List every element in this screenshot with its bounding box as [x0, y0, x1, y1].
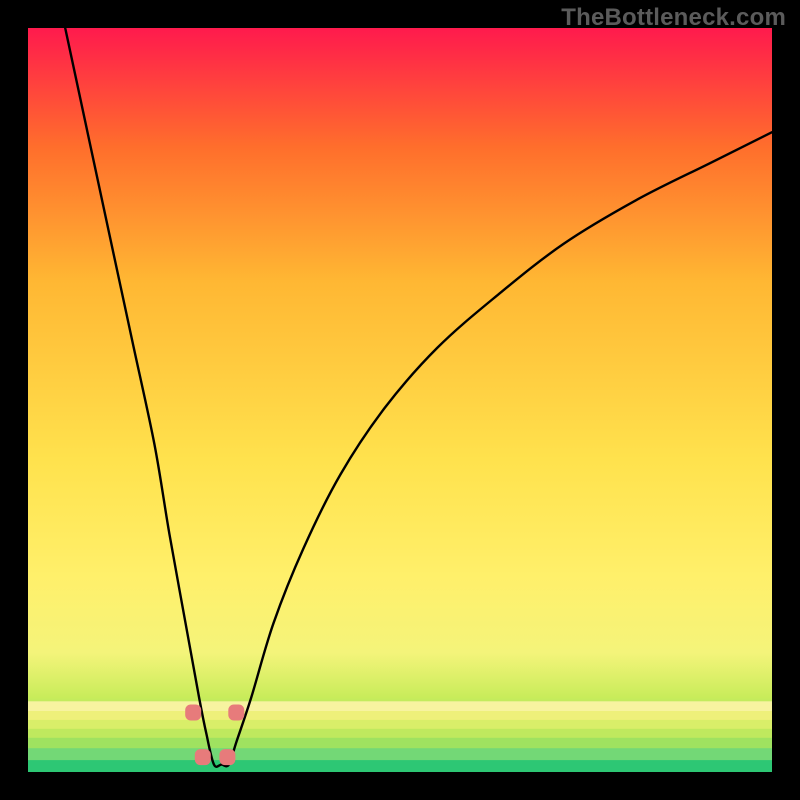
watermark-label: TheBottleneck.com	[561, 4, 786, 32]
gradient-band	[28, 738, 772, 749]
plot-area	[28, 28, 772, 772]
gradient-band	[28, 701, 772, 711]
gradient-band	[28, 720, 772, 730]
gradient-background	[28, 28, 772, 772]
curve-marker	[228, 705, 244, 721]
gradient-band	[28, 729, 772, 739]
chart-container: TheBottleneck.com	[0, 0, 800, 800]
gradient-band	[28, 748, 772, 761]
curve-marker	[219, 749, 235, 765]
curve-marker	[185, 705, 201, 721]
gradient-band	[28, 711, 772, 721]
curve-marker	[195, 749, 211, 765]
gradient-band	[28, 760, 772, 772]
chart-svg	[28, 28, 772, 772]
